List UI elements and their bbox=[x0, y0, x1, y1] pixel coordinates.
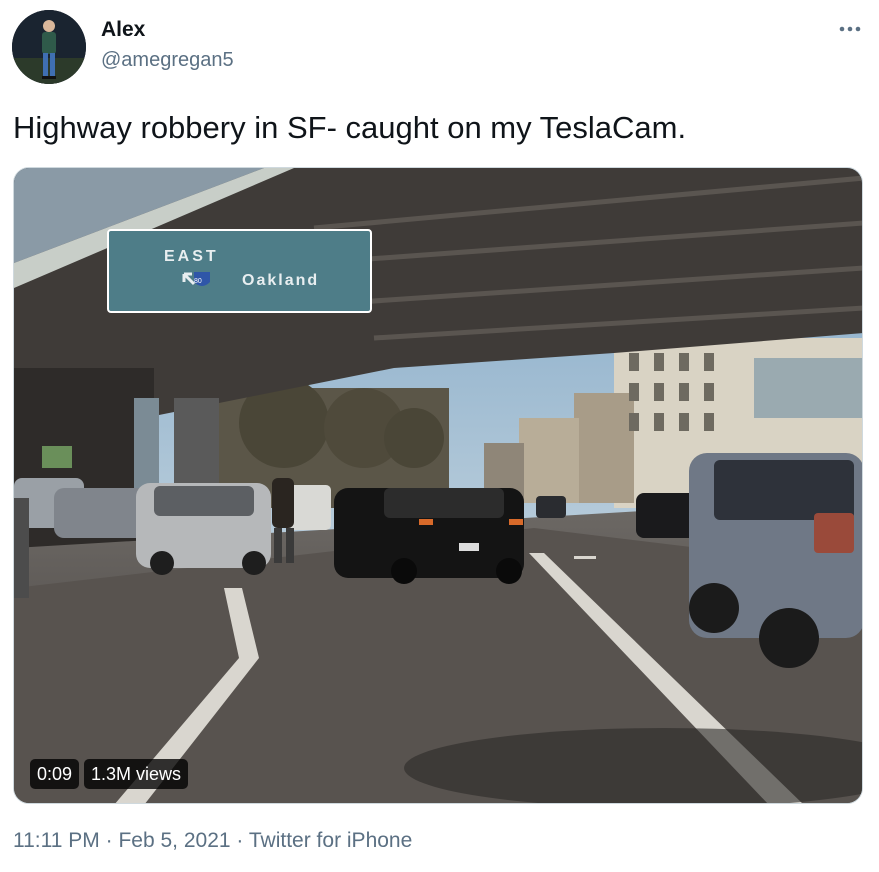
sign-direction: EAST bbox=[164, 248, 219, 265]
meta-separator: · bbox=[236, 829, 244, 852]
highway-sign: EAST Oakland 80 bbox=[107, 229, 372, 313]
more-dots-icon bbox=[839, 26, 861, 32]
author-name[interactable]: Alex bbox=[101, 18, 145, 42]
tweet-time[interactable]: 11:11 PM bbox=[13, 829, 100, 852]
video-thumbnail: EAST Oakland 80 bbox=[14, 168, 862, 803]
author-handle[interactable]: @amegregan5 bbox=[101, 49, 234, 72]
sign-destination: Oakland bbox=[242, 272, 319, 289]
meta-separator: · bbox=[105, 829, 113, 852]
sign-route: 80 bbox=[194, 278, 202, 285]
tweet-meta: 11:11 PM · Feb 5, 2021 · Twitter for iPh… bbox=[13, 829, 412, 853]
avatar[interactable] bbox=[12, 10, 86, 84]
tweet-source[interactable]: Twitter for iPhone bbox=[249, 829, 412, 852]
video-player[interactable]: EAST Oakland 80 0:09 1.3M views bbox=[13, 167, 863, 804]
person-standing-icon bbox=[12, 10, 86, 84]
video-duration-badge: 0:09 bbox=[30, 759, 80, 789]
video-views-badge: 1.3M views bbox=[84, 759, 189, 789]
tweet-text: Highway robbery in SF- caught on my Tesl… bbox=[13, 110, 687, 145]
tweet-date[interactable]: Feb 5, 2021 bbox=[118, 829, 230, 852]
more-button[interactable] bbox=[836, 18, 866, 40]
